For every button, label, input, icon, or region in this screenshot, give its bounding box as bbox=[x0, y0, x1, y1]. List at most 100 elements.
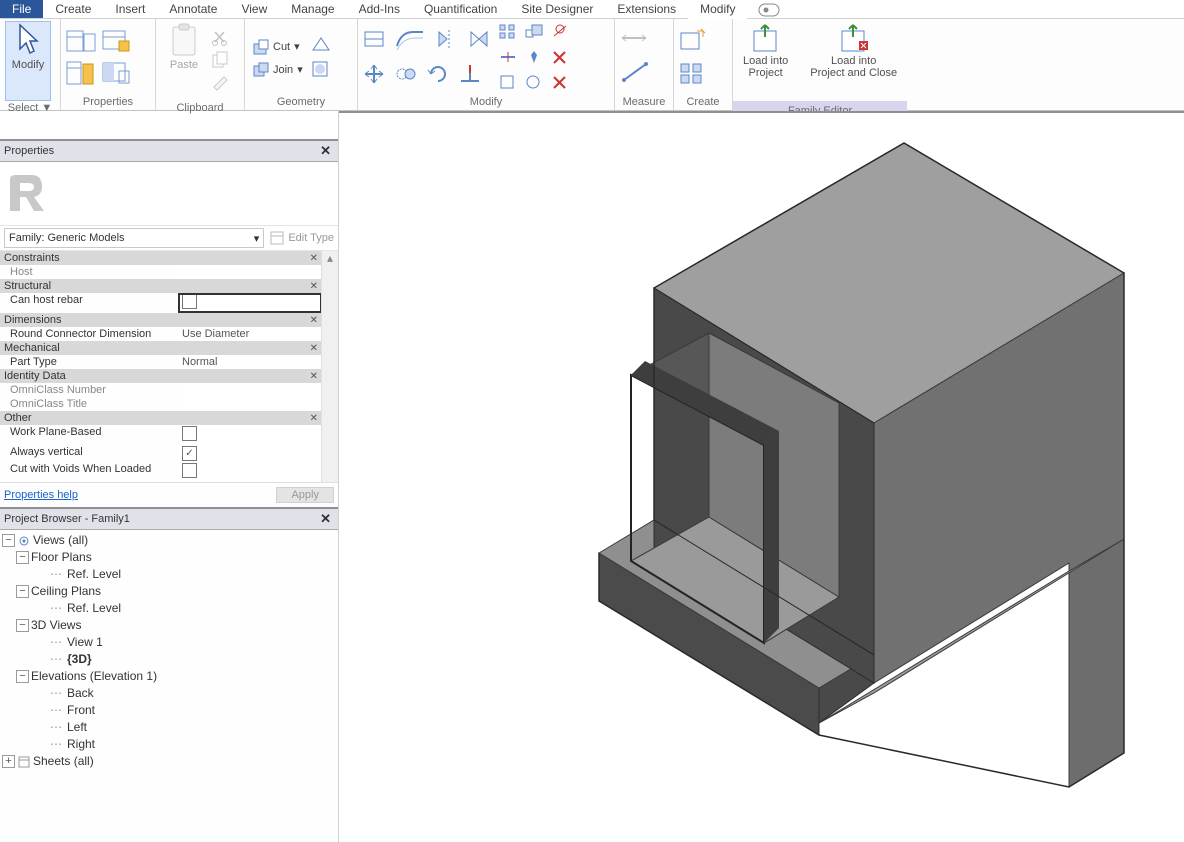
revit-logo-icon bbox=[4, 171, 50, 217]
measure-icon-a[interactable] bbox=[620, 29, 650, 50]
modify-group-label: Modify bbox=[363, 95, 609, 110]
ribbon: Modify Select ▼ Properties bbox=[0, 19, 1184, 111]
prop-cut-voids: Cut with Voids When Loaded bbox=[0, 462, 178, 482]
cut-icon[interactable] bbox=[212, 30, 230, 49]
match-icon[interactable] bbox=[212, 74, 230, 93]
load-into-project-close-button[interactable]: Load into Project and Close bbox=[805, 21, 902, 101]
family-selector[interactable]: Family: Generic Models▾ bbox=[4, 228, 264, 248]
tab-site-designer[interactable]: Site Designer bbox=[509, 0, 605, 18]
edit-type-button[interactable]: Edit Type bbox=[270, 231, 334, 245]
tree-ceiling-ref-level[interactable]: ⋯Ref. Level bbox=[2, 600, 336, 617]
create-icon-a[interactable] bbox=[679, 29, 705, 54]
apply-button[interactable]: Apply bbox=[276, 487, 334, 503]
tree-views-all[interactable]: −Views (all) bbox=[2, 532, 336, 549]
properties-help-link[interactable]: Properties help bbox=[4, 489, 78, 501]
tab-annotate[interactable]: Annotate bbox=[157, 0, 229, 18]
tab-manage[interactable]: Manage bbox=[279, 0, 346, 18]
clipboard-icon bbox=[169, 23, 199, 57]
align-icon[interactable] bbox=[363, 28, 385, 53]
unpin-icon[interactable] bbox=[551, 24, 569, 43]
extra-icon-c[interactable] bbox=[551, 74, 569, 93]
copy-icon[interactable] bbox=[212, 52, 230, 71]
tree-floor-ref-level[interactable]: ⋯Ref. Level bbox=[2, 566, 336, 583]
mirror-draw-icon[interactable] bbox=[467, 28, 489, 53]
tree-view1[interactable]: ⋯View 1 bbox=[2, 634, 336, 651]
geom-icon-a[interactable] bbox=[311, 36, 331, 57]
join-geometry-button[interactable]: Join▾ bbox=[250, 60, 306, 80]
group-structural[interactable]: Structural✕ bbox=[0, 279, 322, 293]
tab-extensions[interactable]: Extensions bbox=[605, 0, 688, 18]
create-icon-b[interactable] bbox=[679, 62, 705, 87]
geometry-group-label: Geometry bbox=[250, 95, 352, 110]
copy-icon-modify[interactable] bbox=[395, 63, 417, 88]
group-constraints[interactable]: Constraints✕ bbox=[0, 251, 322, 265]
views-icon bbox=[17, 534, 31, 548]
move-icon[interactable] bbox=[363, 63, 385, 88]
create-group-label: Create bbox=[679, 95, 727, 110]
model-viewport[interactable] bbox=[339, 111, 1184, 842]
cut-voids-checkbox[interactable] bbox=[182, 463, 197, 478]
tab-addins[interactable]: Add-Ins bbox=[347, 0, 412, 18]
round-connector-value[interactable]: Use Diameter bbox=[178, 327, 322, 341]
menu-tabs: File Create Insert Annotate View Manage … bbox=[0, 0, 1184, 19]
tree-3d-current[interactable]: ⋯{3D} bbox=[2, 651, 336, 668]
join-geom-icon bbox=[253, 62, 269, 78]
prop-can-host-rebar: Can host rebar bbox=[0, 293, 178, 313]
group-identity[interactable]: Identity Data✕ bbox=[0, 369, 322, 383]
prop-always-vertical: Always vertical bbox=[0, 445, 178, 462]
file-tab[interactable]: File bbox=[0, 0, 43, 18]
tree-sheets-all[interactable]: +Sheets (all) bbox=[2, 753, 336, 770]
tree-elev-right[interactable]: ⋯Right bbox=[2, 736, 336, 753]
offset-icon[interactable] bbox=[395, 28, 425, 53]
sheets-icon bbox=[17, 755, 31, 769]
group-mechanical[interactable]: Mechanical✕ bbox=[0, 341, 322, 355]
properties-close-button[interactable]: ✕ bbox=[317, 143, 334, 159]
trim-icon[interactable] bbox=[459, 63, 481, 88]
rotate-icon[interactable] bbox=[427, 63, 449, 88]
array-icon[interactable] bbox=[499, 24, 517, 43]
extra-icon-b[interactable] bbox=[525, 74, 543, 93]
properties-icon-4[interactable] bbox=[101, 60, 131, 89]
pin-icon[interactable] bbox=[525, 49, 543, 68]
properties-scrollbar[interactable]: ▴ bbox=[321, 251, 338, 482]
delete-icon[interactable] bbox=[551, 49, 569, 68]
tree-elev-front[interactable]: ⋯Front bbox=[2, 702, 336, 719]
paste-button[interactable]: Paste bbox=[161, 21, 207, 101]
tab-create[interactable]: Create bbox=[43, 0, 103, 18]
cut-geometry-button[interactable]: Cut▾ bbox=[250, 37, 306, 57]
properties-icon-2[interactable] bbox=[66, 60, 96, 89]
properties-icon-1[interactable] bbox=[66, 28, 96, 57]
prop-work-plane: Work Plane-Based bbox=[0, 425, 178, 445]
tree-elevations[interactable]: −Elevations (Elevation 1) bbox=[2, 668, 336, 685]
mirror-pick-icon[interactable] bbox=[435, 28, 457, 53]
group-other[interactable]: Other✕ bbox=[0, 411, 322, 425]
tree-elev-left[interactable]: ⋯Left bbox=[2, 719, 336, 736]
properties-icon-3[interactable] bbox=[101, 28, 131, 57]
load-into-project-button[interactable]: Load into Project bbox=[738, 21, 793, 101]
work-plane-checkbox[interactable] bbox=[182, 426, 197, 441]
properties-title: Properties bbox=[4, 145, 54, 157]
geom-icon-b[interactable] bbox=[311, 60, 331, 81]
tab-insert[interactable]: Insert bbox=[103, 0, 157, 18]
part-type-value[interactable]: Normal bbox=[178, 355, 322, 369]
measure-icon-b[interactable] bbox=[620, 60, 650, 87]
tree-floor-plans[interactable]: −Floor Plans bbox=[2, 549, 336, 566]
help-tab[interactable] bbox=[747, 0, 791, 18]
browser-close-button[interactable]: ✕ bbox=[317, 511, 334, 527]
load-project-icon bbox=[751, 23, 781, 53]
tree-3d-views[interactable]: −3D Views bbox=[2, 617, 336, 634]
extra-icon-a[interactable] bbox=[499, 74, 517, 93]
split-icon[interactable] bbox=[499, 49, 517, 68]
load-project-close-icon bbox=[839, 23, 869, 53]
tab-quantification[interactable]: Quantification bbox=[412, 0, 509, 18]
group-dimensions[interactable]: Dimensions✕ bbox=[0, 313, 322, 327]
cursor-icon bbox=[17, 23, 39, 57]
tree-elev-back[interactable]: ⋯Back bbox=[2, 685, 336, 702]
scale-icon[interactable] bbox=[525, 24, 543, 43]
can-host-rebar-checkbox[interactable] bbox=[182, 294, 197, 309]
modify-tool[interactable]: Modify bbox=[5, 21, 51, 101]
always-vertical-checkbox[interactable]: ✓ bbox=[182, 446, 197, 461]
tab-modify[interactable]: Modify bbox=[688, 0, 747, 18]
tree-ceiling-plans[interactable]: −Ceiling Plans bbox=[2, 583, 336, 600]
tab-view[interactable]: View bbox=[229, 0, 279, 18]
